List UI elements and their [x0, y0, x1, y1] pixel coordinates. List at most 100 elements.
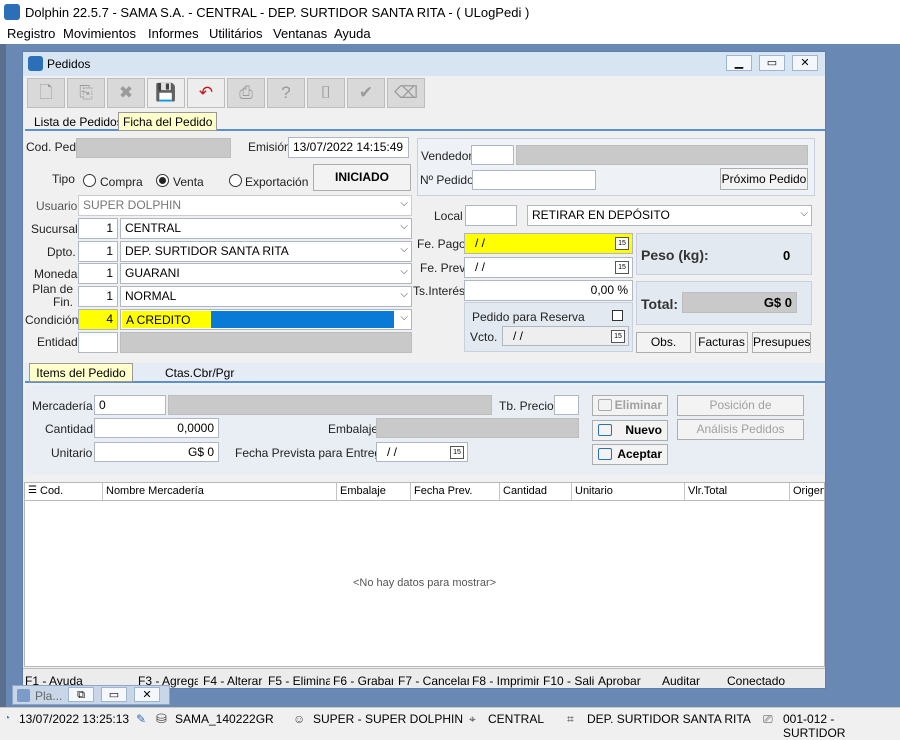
entidad-name[interactable]	[120, 332, 412, 353]
usuario-select[interactable]: SUPER DOLPHIN ⌵	[78, 195, 412, 216]
save-icon[interactable]: 💾	[147, 78, 185, 108]
new-document-icon[interactable]: 🗋	[27, 78, 65, 108]
local-select[interactable]: RETIRAR EN DEPÓSITO ⌵	[527, 205, 812, 226]
entidad-code[interactable]	[78, 332, 118, 353]
condicion-select[interactable]: A CREDITO ⌵	[120, 309, 412, 330]
embalaje-field[interactable]	[376, 418, 579, 438]
plan-code[interactable]: 1	[78, 286, 118, 307]
tipo-venta-radio[interactable]	[156, 174, 169, 190]
entidad-label: Entidad	[37, 335, 78, 349]
minimized-window[interactable]: Pla... ⧉ ▭ ✕	[12, 685, 170, 705]
calendar-icon[interactable]: 15	[615, 237, 629, 250]
mercaderia-name[interactable]	[168, 395, 492, 415]
moneda-select[interactable]: GUARANI ⌵	[120, 263, 412, 284]
calendar-icon[interactable]: 15	[615, 261, 629, 274]
menu-ventanas[interactable]: Ventanas	[273, 26, 327, 41]
col-fecha-prev[interactable]: Fecha Prev.	[414, 485, 473, 497]
maximize-button[interactable]: ▭	[101, 687, 127, 702]
cantidad-label: Cantidad	[45, 422, 94, 436]
cod-ped-field[interactable]	[76, 138, 231, 158]
fe-pago-field[interactable]: / / 15	[464, 233, 633, 254]
sucursal-select[interactable]: CENTRAL ⌵	[120, 218, 412, 239]
status-branch: CENTRAL	[488, 712, 545, 726]
condicion-code[interactable]: 4	[78, 309, 118, 330]
eliminar-button[interactable]: Eliminar	[592, 395, 668, 416]
tab-items-del-pedido[interactable]: Items del Pedido	[29, 363, 133, 382]
menu-ayuda[interactable]: Ayuda	[334, 26, 371, 41]
exit-door-icon[interactable]: ⌷	[307, 78, 345, 108]
undo-icon[interactable]: ↶	[187, 78, 225, 108]
tab-ficha-del-pedido[interactable]: Ficha del Pedido	[118, 112, 218, 131]
dpto-select[interactable]: DEP. SURTIDOR SANTA RITA ⌵	[120, 241, 412, 262]
aceptar-button[interactable]: Aceptar	[592, 444, 668, 465]
obs-button[interactable]: Obs.	[636, 332, 691, 353]
close-button[interactable]: ✕	[792, 55, 818, 71]
tab-ctas-cbr-pgr[interactable]: Ctas.Cbr/Pgr	[161, 364, 238, 383]
col-cod[interactable]: Cod.	[40, 485, 63, 497]
vendedor-code[interactable]	[471, 145, 514, 165]
menu-utilitarios[interactable]: Utilitários	[209, 26, 262, 41]
tipo-exportacion-radio[interactable]	[229, 174, 242, 190]
location-icon: ⌖	[469, 712, 476, 726]
local-code[interactable]	[465, 205, 517, 226]
mercaderia-code[interactable]: 0	[94, 395, 166, 415]
f4-alterar[interactable]: F4 - Alterar	[203, 674, 262, 688]
plan-select[interactable]: NORMAL ⌵	[120, 286, 412, 307]
print-icon[interactable]: ⎙	[227, 78, 265, 108]
f5-eliminar[interactable]: F5 - Eliminar	[268, 674, 330, 688]
facturas-button[interactable]: Facturas	[695, 332, 748, 353]
cantidad-field[interactable]: 0,0000	[94, 418, 219, 438]
copy-icon[interactable]: ⎘	[67, 78, 105, 108]
ts-interes-field[interactable]: 0,00 %	[464, 280, 633, 301]
aprobar-key[interactable]: Aprobar	[598, 674, 641, 688]
col-cantidad[interactable]: Cantidad	[503, 485, 547, 497]
col-vlr-total[interactable]: Vlr.Total	[688, 485, 727, 497]
col-nombre-mercaderia[interactable]: Nombre Mercadería	[106, 485, 204, 497]
vcto-field[interactable]: / / 15	[502, 326, 629, 346]
emision-field[interactable]: 13/07/2022 14:15:49	[288, 137, 409, 158]
maximize-button[interactable]: ▭	[759, 55, 785, 71]
tb-precio-field[interactable]	[554, 395, 579, 415]
help-icon[interactable]: ?	[267, 78, 305, 108]
menu-movimientos[interactable]: Movimientos	[63, 26, 136, 41]
calendar-icon[interactable]: 15	[450, 446, 464, 459]
minimize-button[interactable]: ▁	[726, 55, 752, 71]
tipo-compra-radio[interactable]	[83, 174, 96, 190]
pedido-reserva-checkbox[interactable]	[612, 310, 623, 321]
dpto-code[interactable]: 1	[78, 241, 118, 262]
col-origen[interactable]: Origen	[793, 485, 824, 497]
unitario-field[interactable]: G$ 0	[94, 442, 219, 462]
f8-imprimir[interactable]: F8 - Imprimir	[472, 674, 539, 688]
nuevo-button[interactable]: Nuevo	[592, 420, 668, 441]
menu-informes[interactable]: Informes	[148, 26, 199, 41]
vendedor-name[interactable]	[516, 145, 808, 165]
fe-prev-field[interactable]: / / 15	[464, 257, 633, 278]
grid-menu-icon[interactable]: ☰	[28, 485, 37, 496]
f10-salir[interactable]: F10 - Salir	[543, 674, 595, 688]
fecha-prevista-field[interactable]: / / 15	[376, 442, 468, 462]
menu-registro[interactable]: Registro	[7, 26, 55, 41]
posicion-mercaderia-button[interactable]: Posición de Mercadería	[677, 395, 804, 431]
tab-lista-de-pedidos[interactable]: Lista de Pedidos	[30, 113, 127, 132]
close-button[interactable]: ✕	[134, 687, 160, 702]
auditar-key[interactable]: Auditar	[662, 674, 700, 688]
presupuesto-button[interactable]: Presupuesto	[752, 332, 811, 353]
embalaje-label: Embalaje	[328, 422, 379, 436]
pedido-reserva-label: Pedido para Reserva	[472, 310, 585, 324]
restore-button[interactable]: ⧉	[68, 687, 94, 702]
f7-cancelar[interactable]: F7 - Cancelar	[398, 674, 469, 688]
nro-pedido-field[interactable]	[472, 170, 596, 190]
calendar-icon[interactable]: 15	[611, 330, 625, 343]
col-unitario[interactable]: Unitario	[575, 485, 613, 497]
f6-grabar[interactable]: F6 - Grabar	[333, 674, 393, 688]
col-embalaje[interactable]: Embalaje	[340, 485, 386, 497]
approve-check-icon[interactable]: ✔	[347, 78, 385, 108]
proximo-pedido-button[interactable]: Próximo Pedido	[720, 168, 808, 190]
moneda-code[interactable]: 1	[78, 263, 118, 284]
eraser-icon[interactable]: ⌫	[387, 78, 425, 108]
window-title-bar[interactable]: Pedidos ▁ ▭ ✕	[23, 52, 825, 76]
analisis-pedidos-button[interactable]: Análisis Pedidos	[677, 419, 804, 440]
delete-icon[interactable]: ✖	[107, 78, 145, 108]
minimized-window-icon	[17, 689, 30, 702]
sucursal-code[interactable]: 1	[78, 218, 118, 239]
